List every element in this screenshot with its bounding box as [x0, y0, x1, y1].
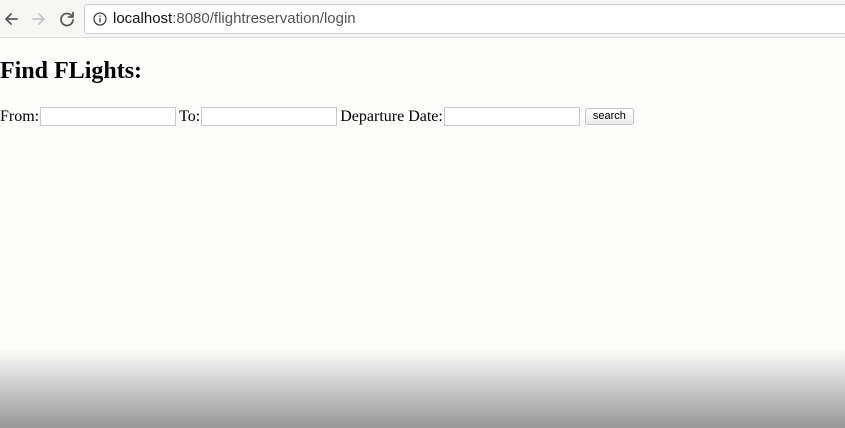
url-host: localhost: [113, 10, 173, 27]
flight-search-form: From: To: Departure Date: search: [0, 107, 634, 126]
page-title: Find FLights:: [0, 58, 143, 84]
departure-date-input[interactable]: [443, 107, 580, 126]
back-button[interactable]: [0, 8, 22, 30]
search-button[interactable]: search: [584, 108, 634, 125]
forward-arrow-icon: [32, 13, 45, 25]
bottom-shadow: [0, 348, 845, 428]
url-text[interactable]: localhost:8080/flightreservation/login: [113, 10, 356, 27]
info-icon[interactable]: [93, 12, 107, 26]
page-content: Find FLights: From: To: Departure Date: …: [0, 38, 845, 428]
reload-button[interactable]: [56, 8, 78, 30]
browser-toolbar: localhost:8080/flightreservation/login: [0, 0, 845, 38]
from-input[interactable]: [40, 107, 177, 126]
from-label: From:: [0, 107, 40, 125]
url-path: :8080/flightreservation/login: [172, 10, 356, 27]
departure-date-label: Departure Date:: [340, 107, 443, 125]
back-arrow-icon: [5, 13, 18, 25]
forward-button[interactable]: [28, 8, 50, 30]
to-label: To:: [179, 107, 201, 125]
address-bar[interactable]: localhost:8080/flightreservation/login: [84, 4, 845, 34]
reload-icon: [60, 11, 74, 27]
to-input[interactable]: [201, 107, 338, 126]
